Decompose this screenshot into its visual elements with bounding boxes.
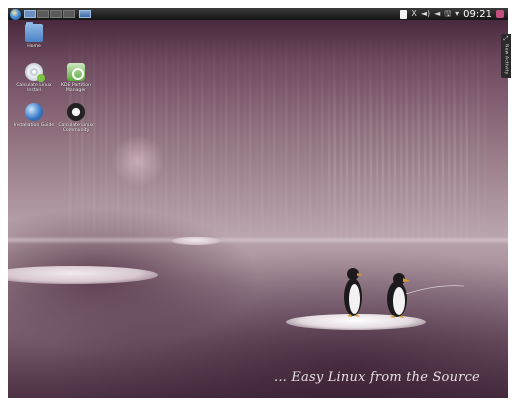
pager-desktop-3[interactable]: [50, 10, 62, 18]
fishing-rod-line: [406, 285, 464, 294]
x-close-icon[interactable]: X: [411, 9, 416, 19]
desktop-icon-kde-partition-manager[interactable]: KDE Partition Manager: [54, 63, 98, 93]
top-panel: X ◄) ◄ 🖫 ▾ 09:21: [8, 8, 508, 20]
desktop-pager: [24, 10, 75, 18]
desktop-icon-label: Calculate Linux Community: [58, 123, 94, 134]
chevron-down-icon[interactable]: ▾: [455, 9, 459, 19]
megaphone-icon: [67, 103, 85, 121]
pager-desktop-4[interactable]: [63, 10, 75, 18]
show-desktop-button[interactable]: [79, 10, 91, 18]
wallpaper-slogan: ... Easy Linux from the Source: [274, 370, 480, 385]
speaker-icon[interactable]: ◄: [434, 9, 440, 19]
desktop-icon-label: Calculate Linux Install: [16, 83, 52, 94]
volume-icon[interactable]: ◄): [421, 9, 430, 19]
new-activity-label: New Activity: [503, 44, 509, 75]
desktop-icon-label: KDE Partition Manager: [60, 83, 92, 94]
network-icon[interactable]: 🖫: [444, 9, 451, 19]
ice-floe-middle: [172, 237, 220, 245]
system-tray: X ◄) ◄ 🖫 ▾ 09:21: [400, 9, 508, 20]
new-activity-widget[interactable]: ⤢ New Activity: [501, 34, 511, 78]
pager-desktop-2[interactable]: [37, 10, 49, 18]
desktop-icon-installation-guide[interactable]: Installation Guide: [12, 103, 56, 128]
pager-desktop-1[interactable]: [24, 10, 36, 18]
penguin-standing: [344, 268, 363, 317]
desktop-icon-label: Home: [27, 44, 41, 49]
wallpaper-horizon: [8, 236, 508, 244]
wallpaper-streaks-bright: [328, 68, 468, 238]
penguin-fishing: [387, 273, 410, 318]
desktop-icon-calculate-linux-community[interactable]: Calculate Linux Community: [54, 103, 98, 133]
leave-session-icon[interactable]: [496, 10, 504, 18]
desktop-icon-calculate-linux-install[interactable]: Calculate Linux Install: [12, 63, 56, 93]
application-launcher-icon[interactable]: [10, 8, 21, 20]
home-folder-icon: [25, 22, 43, 42]
desktop-icon-label: Installation Guide: [13, 123, 55, 128]
partition-manager-icon: [67, 63, 85, 81]
clock[interactable]: 09:21: [463, 9, 492, 20]
clipboard-icon[interactable]: [400, 9, 408, 19]
install-disc-icon: [25, 63, 45, 82]
activity-icon: ⤢: [503, 35, 509, 42]
globe-icon: [25, 103, 43, 121]
ice-floe-left: [8, 266, 158, 284]
desktop-icon-home[interactable]: Home: [12, 22, 56, 49]
